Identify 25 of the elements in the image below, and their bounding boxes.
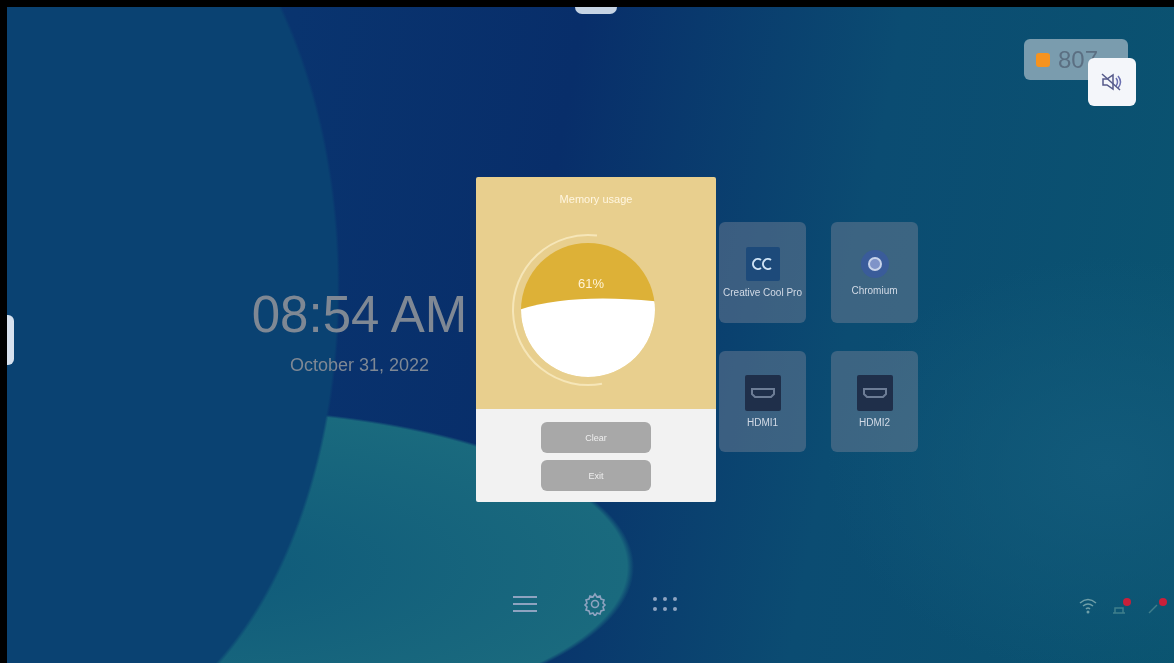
app-label: HDMI1 [746, 417, 779, 428]
hdmi-port-icon [856, 375, 893, 411]
pull-down-tab[interactable] [575, 7, 617, 14]
clock-date: October 31, 2022 [289, 355, 430, 376]
side-handle[interactable] [7, 315, 14, 365]
clock-time: 08:54 AM [251, 289, 468, 341]
wifi-icon[interactable] [1079, 598, 1097, 614]
hdmi-port-icon [744, 375, 781, 411]
settings-icon[interactable] [583, 592, 607, 616]
app-tile[interactable]: Creative Cool Pro [719, 222, 806, 323]
app-label: HDMI2 [858, 417, 891, 428]
network-alert-icon[interactable] [1111, 597, 1133, 615]
device-alert-icon[interactable] [1147, 597, 1169, 615]
usage-percent: 61% [578, 276, 605, 291]
speaker-muted-icon [1101, 72, 1123, 92]
menu-icon[interactable] [512, 594, 538, 614]
app-label: Chromium [851, 285, 898, 296]
app-logo-icon [745, 247, 780, 281]
app-label: Creative Cool Pro [723, 287, 802, 298]
app-tile[interactable]: Chromium [831, 222, 918, 323]
apps-grid-icon[interactable] [652, 596, 678, 612]
app-tile[interactable]: HDMI2 [831, 351, 918, 452]
dialog-title: Memory usage [559, 193, 633, 205]
browser-icon [859, 249, 890, 279]
app-tile[interactable]: HDMI1 [719, 351, 806, 452]
